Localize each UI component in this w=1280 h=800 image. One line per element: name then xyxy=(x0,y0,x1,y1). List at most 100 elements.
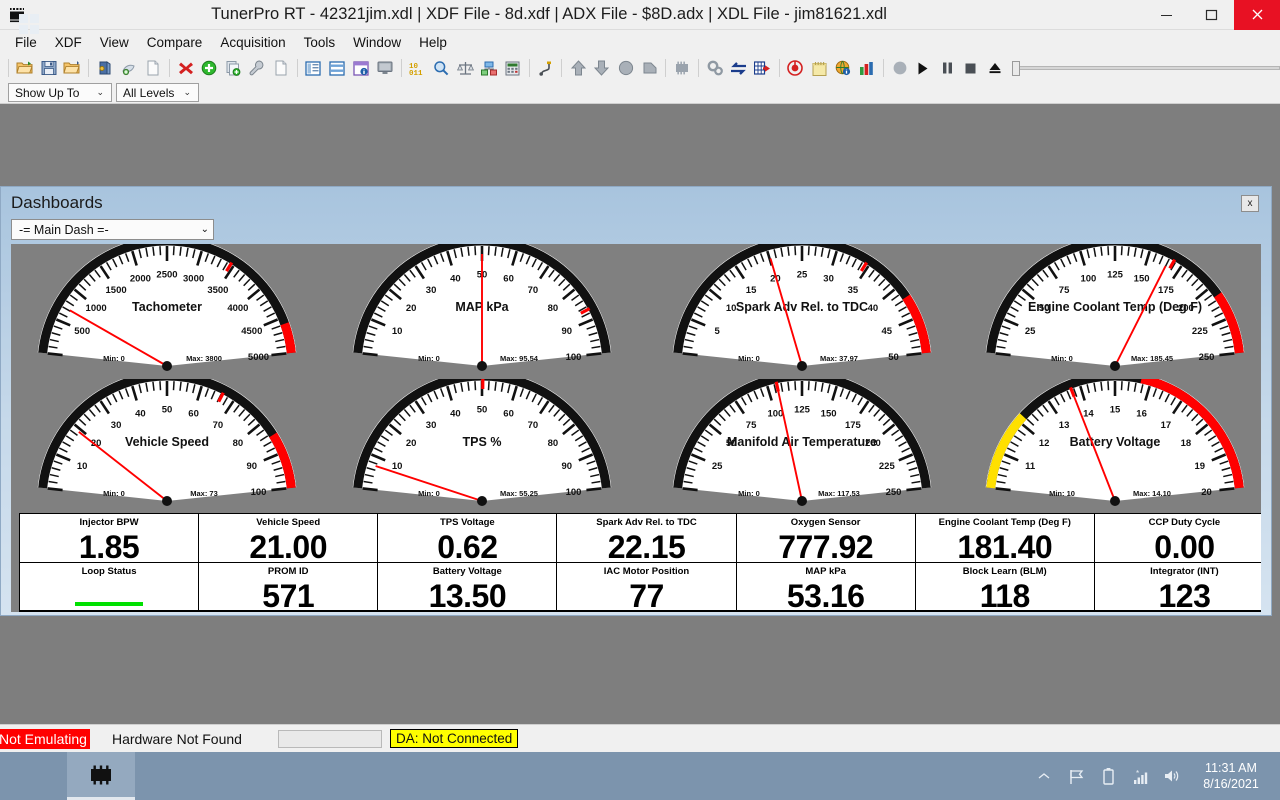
data-cell[interactable]: Vehicle Speed21.00 xyxy=(199,514,378,563)
toolbar-separator xyxy=(561,59,562,77)
new-file-icon[interactable] xyxy=(142,57,164,79)
slider-thumb[interactable] xyxy=(1012,61,1020,76)
close-button[interactable] xyxy=(1234,0,1280,30)
minimize-button[interactable] xyxy=(1144,0,1189,30)
grid-import-icon[interactable] xyxy=(752,57,774,79)
record-target-icon[interactable] xyxy=(785,57,807,79)
data-cell[interactable]: TPS Voltage0.62 xyxy=(378,514,557,563)
record-dot-icon[interactable] xyxy=(889,57,911,79)
blank-page-icon[interactable] xyxy=(270,57,292,79)
save-icon[interactable] xyxy=(38,57,60,79)
eject-icon[interactable] xyxy=(984,57,1006,79)
hierarchy-icon[interactable] xyxy=(478,57,500,79)
gauge-battery-voltage[interactable]: 11121314151617181920Battery VoltageMin: … xyxy=(961,379,1261,514)
svg-text:100: 100 xyxy=(566,487,582,498)
data-cell-label: Oxygen Sensor xyxy=(791,517,861,528)
gauge-engine-coolant-temp-deg-f[interactable]: 255075100125150175200225250Engine Coolan… xyxy=(961,244,1261,379)
emulation-status-badge: Not Emulating xyxy=(0,729,90,749)
stop-icon[interactable] xyxy=(960,57,982,79)
chip-toolbar-icon[interactable] xyxy=(671,57,693,79)
volume-icon[interactable] xyxy=(1156,752,1188,800)
import-bin-icon[interactable] xyxy=(94,57,116,79)
emulation-slider[interactable] xyxy=(1013,66,1280,70)
taskbar-item-tunerpro[interactable] xyxy=(67,752,135,800)
battery-icon[interactable] xyxy=(1092,752,1124,800)
arrow-down-icon[interactable] xyxy=(591,57,613,79)
menu-window[interactable]: Window xyxy=(344,32,410,53)
compare-scales-icon[interactable] xyxy=(454,57,476,79)
barchart-icon[interactable] xyxy=(856,57,878,79)
table-view-icon[interactable] xyxy=(303,57,325,79)
copy-add-icon[interactable] xyxy=(222,57,244,79)
data-cell[interactable]: Block Learn (BLM)118 xyxy=(916,563,1095,612)
search-icon[interactable] xyxy=(430,57,452,79)
gauge-vehicle-speed[interactable]: 102030405060708090100Vehicle SpeedMin: 0… xyxy=(13,379,322,514)
swap-arrows-icon[interactable] xyxy=(728,57,750,79)
menu-compare[interactable]: Compare xyxy=(138,32,212,53)
svg-text:30: 30 xyxy=(426,420,437,431)
gauge-min-label: Min: 0 xyxy=(738,489,760,498)
hook-icon[interactable] xyxy=(535,57,557,79)
menu-tools[interactable]: Tools xyxy=(295,32,345,53)
globe-info-icon[interactable] xyxy=(832,57,854,79)
pause-icon[interactable] xyxy=(936,57,958,79)
dash-selector-dropdown[interactable]: -= Main Dash =- ⌄ xyxy=(11,219,214,240)
gauge-map-kpa[interactable]: 102030405060708090100MAP kPaMin: 0Max: 9… xyxy=(328,244,637,379)
data-cell[interactable]: MAP kPa53.16 xyxy=(737,563,916,612)
add-green-plus-icon[interactable] xyxy=(198,57,220,79)
svg-text:75: 75 xyxy=(746,420,757,431)
gauge-spark-adv-rel-to-tdc[interactable]: 5101520253035404550Spark Adv Rel. to TDC… xyxy=(648,244,957,379)
data-cell[interactable]: Battery Voltage13.50 xyxy=(378,563,557,612)
delete-red-x-icon[interactable] xyxy=(175,57,197,79)
svg-text:40: 40 xyxy=(450,408,461,419)
notepad-icon[interactable] xyxy=(808,57,830,79)
taskbar-clock[interactable]: 11:31 AM 8/16/2021 xyxy=(1188,760,1280,792)
data-cell[interactable]: Engine Coolant Temp (Deg F)181.40 xyxy=(916,514,1095,563)
play-icon[interactable] xyxy=(912,57,934,79)
menu-view[interactable]: View xyxy=(91,32,138,53)
show-up-to-label: Show Up To xyxy=(15,86,79,100)
binary-icon[interactable]: 10011 xyxy=(407,57,429,79)
rows-view-icon[interactable] xyxy=(326,57,348,79)
calculator-icon[interactable] xyxy=(502,57,524,79)
network-icon[interactable]: * xyxy=(1124,752,1156,800)
data-cell[interactable]: CCP Duty Cycle0.00 xyxy=(1095,514,1261,563)
data-cell[interactable]: IAC Motor Position77 xyxy=(557,563,736,612)
gauge-title: Engine Coolant Temp (Deg F) xyxy=(1028,300,1202,314)
gauge-tps[interactable]: 102030405060708090100TPS %Min: 0Max: 55.… xyxy=(328,379,637,514)
show-hidden-icons-chevron-icon[interactable] xyxy=(1028,752,1060,800)
data-cell[interactable]: Spark Adv Rel. to TDC22.15 xyxy=(557,514,736,563)
layers-icon[interactable] xyxy=(639,57,661,79)
flag-icon[interactable] xyxy=(1060,752,1092,800)
data-cell[interactable]: Loop Status xyxy=(20,563,199,612)
gauge-manifold-air-temperature[interactable]: 255075100125150175200225250Manifold Air … xyxy=(648,379,957,514)
gauge-title: Spark Adv Rel. to TDC xyxy=(736,300,868,314)
circle-icon[interactable] xyxy=(615,57,637,79)
data-cell[interactable]: PROM ID571 xyxy=(199,563,378,612)
hardware-status-text: Hardware Not Found xyxy=(112,731,242,747)
monitor-icon[interactable] xyxy=(374,57,396,79)
data-cell[interactable]: Oxygen Sensor777.92 xyxy=(737,514,916,563)
svg-text:250: 250 xyxy=(1199,352,1215,363)
gauge-tachometer[interactable]: 500100015002000250030003500400045005000T… xyxy=(13,244,322,379)
menu-xdf[interactable]: XDF xyxy=(46,32,91,53)
levels-dropdown[interactable]: All Levels ⌄ xyxy=(116,83,199,102)
dashboards-close-button[interactable]: x xyxy=(1241,195,1259,212)
menu-acquisition[interactable]: Acquisition xyxy=(211,32,294,53)
info-window-icon[interactable] xyxy=(350,57,372,79)
data-cell[interactable]: Integrator (INT)123 xyxy=(1095,563,1261,612)
export-bin-icon[interactable] xyxy=(118,57,140,79)
maximize-button[interactable] xyxy=(1189,0,1234,30)
svg-text:25: 25 xyxy=(1025,326,1036,337)
menu-help[interactable]: Help xyxy=(410,32,456,53)
show-up-to-dropdown[interactable]: Show Up To ⌄ xyxy=(8,83,112,102)
data-cell[interactable]: Injector BPW1.85 xyxy=(20,514,199,563)
gears-icon[interactable] xyxy=(704,57,726,79)
save-as-icon[interactable] xyxy=(62,57,84,79)
open-folder-icon[interactable] xyxy=(14,57,36,79)
gauge-max-label: Max: 55.25 xyxy=(500,489,538,498)
start-button[interactable] xyxy=(10,8,48,40)
arrow-up-icon[interactable] xyxy=(567,57,589,79)
svg-text:20: 20 xyxy=(1201,487,1212,498)
wrench-icon[interactable] xyxy=(246,57,268,79)
